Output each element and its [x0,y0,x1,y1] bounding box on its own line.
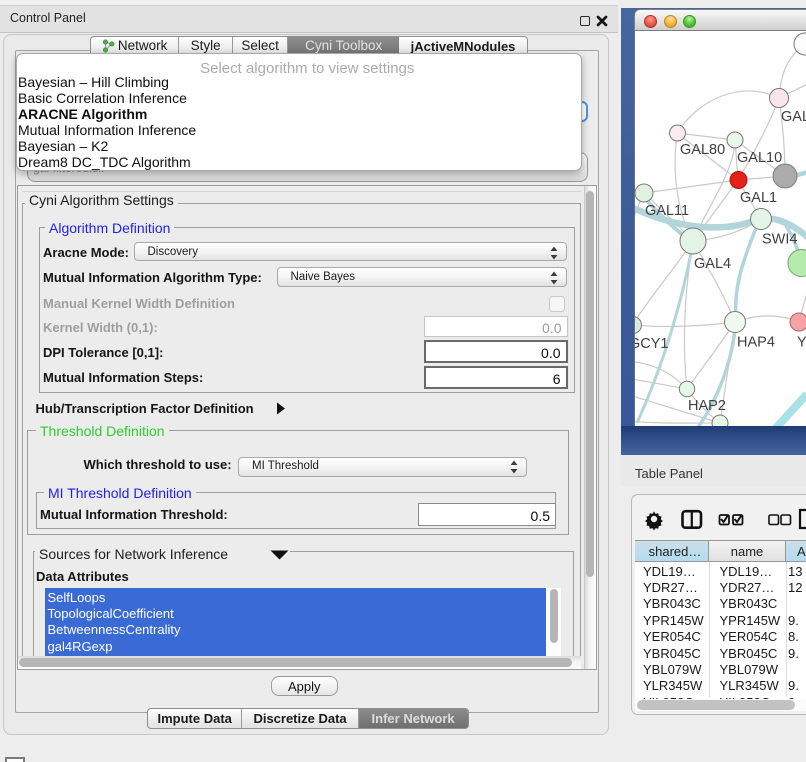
svg-text:GAL10: GAL10 [737,150,782,166]
svg-text:GAL80: GAL80 [680,142,725,158]
svg-text:GAL7: GAL7 [781,109,806,125]
svg-text:GAL4: GAL4 [694,256,731,272]
svg-text:GCY1: GCY1 [635,336,669,352]
svg-text:HAP4: HAP4 [737,335,775,351]
svg-text:GAL11: GAL11 [645,203,689,219]
svg-text:GAL1: GAL1 [740,190,777,206]
svg-text:HAP2: HAP2 [688,398,726,414]
svg-text:YE: YE [797,335,806,351]
svg-text:SWI4: SWI4 [762,232,797,248]
